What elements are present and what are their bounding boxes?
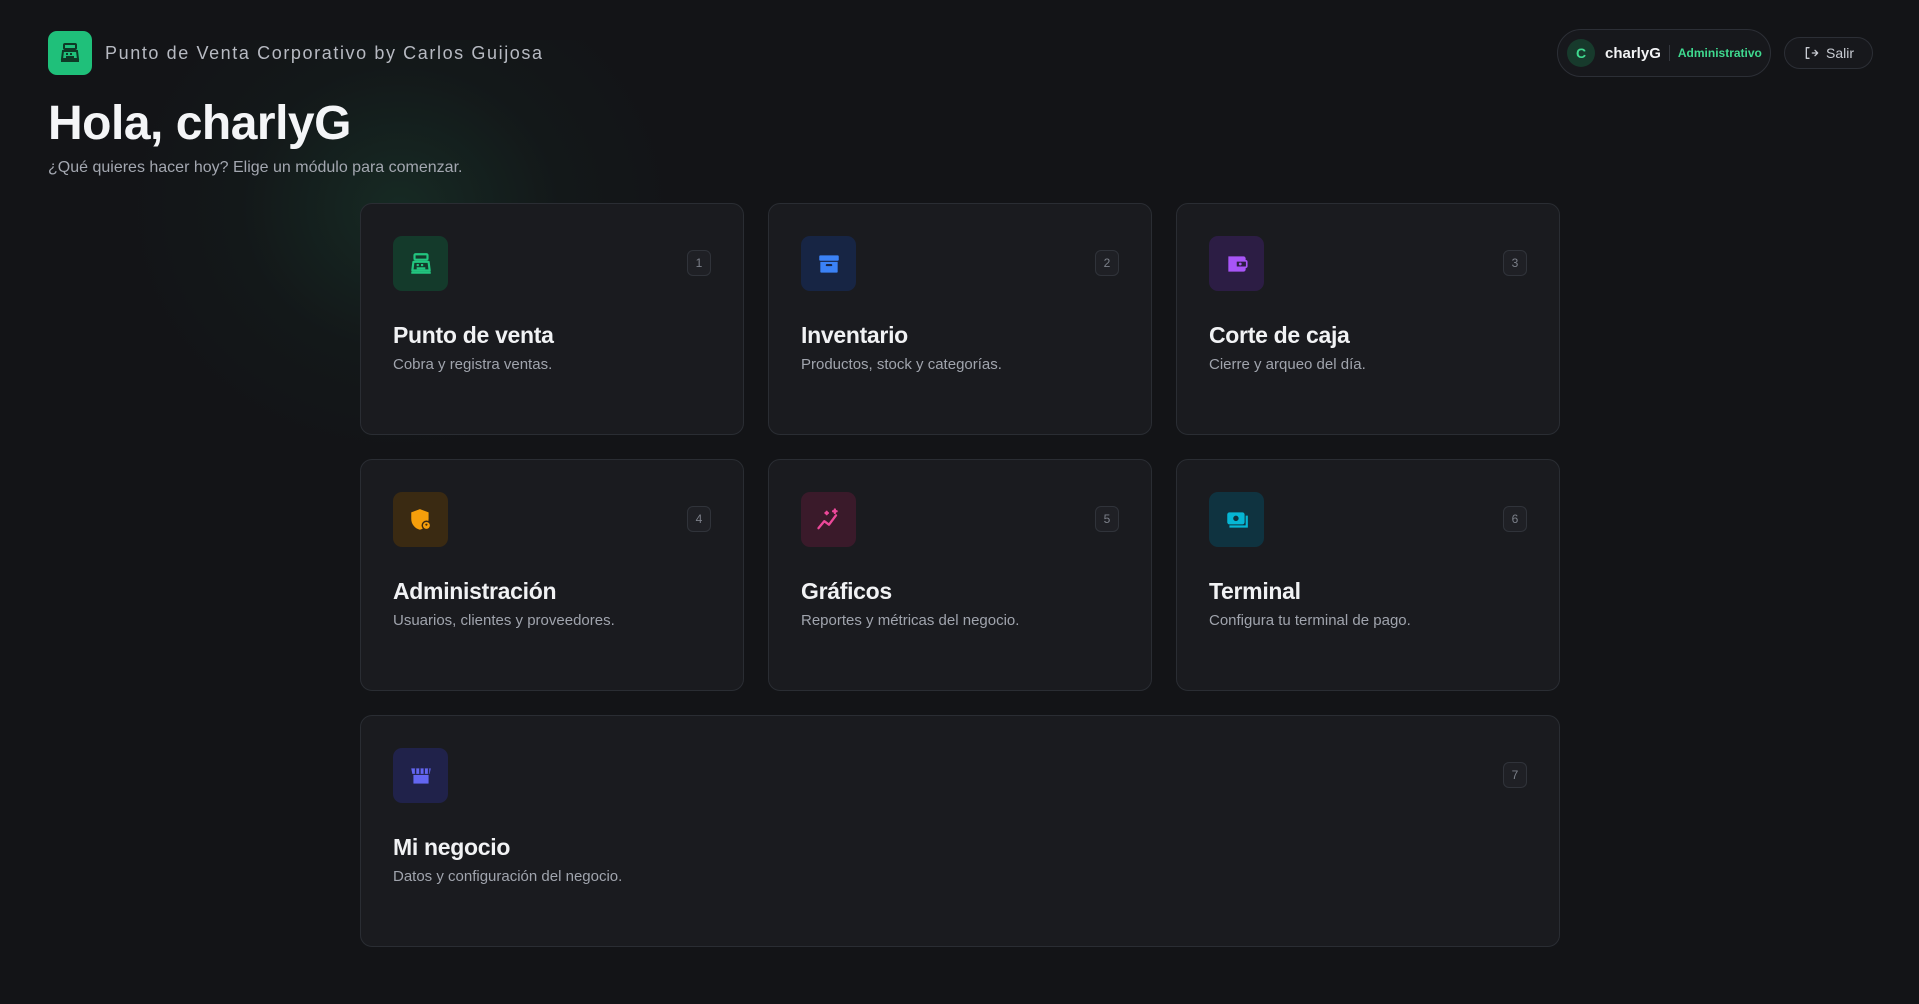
- module-title: Inventario: [801, 322, 908, 348]
- module-title: Gráficos: [801, 578, 892, 604]
- shortcut-key-badge: 3: [1503, 250, 1527, 276]
- shortcut-key-badge: 7: [1503, 762, 1527, 788]
- greeting-title: Hola, charlyG: [48, 97, 351, 150]
- module-card-graficos[interactable]: 5 Gráficos Reportes y métricas del negoc…: [768, 459, 1152, 691]
- shortcut-key-badge: 5: [1095, 506, 1119, 532]
- user-divider: [1668, 45, 1670, 61]
- module-card-corte-de-caja[interactable]: 3 Corte de caja Cierre y arqueo del día.: [1176, 203, 1560, 435]
- shortcut-key-badge: 6: [1503, 506, 1527, 532]
- module-grid: 1 Punto de venta Cobra y registra ventas…: [360, 203, 1561, 947]
- module-card-administracion[interactable]: 4 Administración Usuarios, clientes y pr…: [360, 459, 744, 691]
- store-icon: [393, 748, 448, 803]
- module-description: Datos y configuración del negocio.: [393, 868, 623, 885]
- module-description: Usuarios, clientes y proveedores.: [393, 612, 615, 629]
- logout-button[interactable]: Salir: [1784, 37, 1873, 69]
- greeting-subtitle: ¿Qué quieres hacer hoy? Elige un módulo …: [48, 159, 463, 176]
- shortcut-key-badge: 2: [1095, 250, 1119, 276]
- logout-icon: [1805, 47, 1819, 59]
- module-title: Mi negocio: [393, 834, 511, 860]
- payment-terminal-icon: [1209, 492, 1264, 547]
- wallet-icon: [1209, 236, 1264, 291]
- module-title: Terminal: [1209, 578, 1301, 604]
- shortcut-key-badge: 4: [687, 506, 711, 532]
- cash-register-logo-icon: [48, 31, 92, 75]
- app-title: Punto de Venta Corporativo by Carlos Gui…: [105, 42, 544, 63]
- module-title: Corte de caja: [1209, 322, 1350, 348]
- app-header: Punto de Venta Corporativo by Carlos Gui…: [48, 31, 544, 75]
- module-description: Cobra y registra ventas.: [393, 356, 553, 373]
- user-role: Administrativo: [1677, 46, 1762, 60]
- module-title: Administración: [393, 578, 557, 604]
- archive-box-icon: [801, 236, 856, 291]
- shortcut-key-badge: 1: [687, 250, 711, 276]
- module-description: Productos, stock y categorías.: [801, 356, 1002, 373]
- module-card-punto-de-venta[interactable]: 1 Punto de venta Cobra y registra ventas…: [360, 203, 744, 435]
- module-title: Punto de venta: [393, 322, 554, 348]
- module-description: Cierre y arqueo del día.: [1209, 356, 1366, 373]
- module-card-inventario[interactable]: 2 Inventario Productos, stock y categorí…: [768, 203, 1152, 435]
- avatar: C: [1567, 39, 1595, 67]
- logout-label: Salir: [1825, 45, 1854, 61]
- shield-user-icon: [393, 492, 448, 547]
- chart-sparkle-icon: [801, 492, 856, 547]
- module-card-mi-negocio[interactable]: 7 Mi negocio Datos y configuración del n…: [360, 715, 1560, 947]
- module-card-terminal[interactable]: 6 Terminal Configura tu terminal de pago…: [1176, 459, 1560, 691]
- user-name: charlyG: [1605, 44, 1661, 62]
- user-badge[interactable]: C charlyG Administrativo: [1557, 29, 1771, 77]
- module-description: Configura tu terminal de pago.: [1209, 612, 1411, 629]
- module-description: Reportes y métricas del negocio.: [801, 612, 1020, 629]
- cash-register-icon: [393, 236, 448, 291]
